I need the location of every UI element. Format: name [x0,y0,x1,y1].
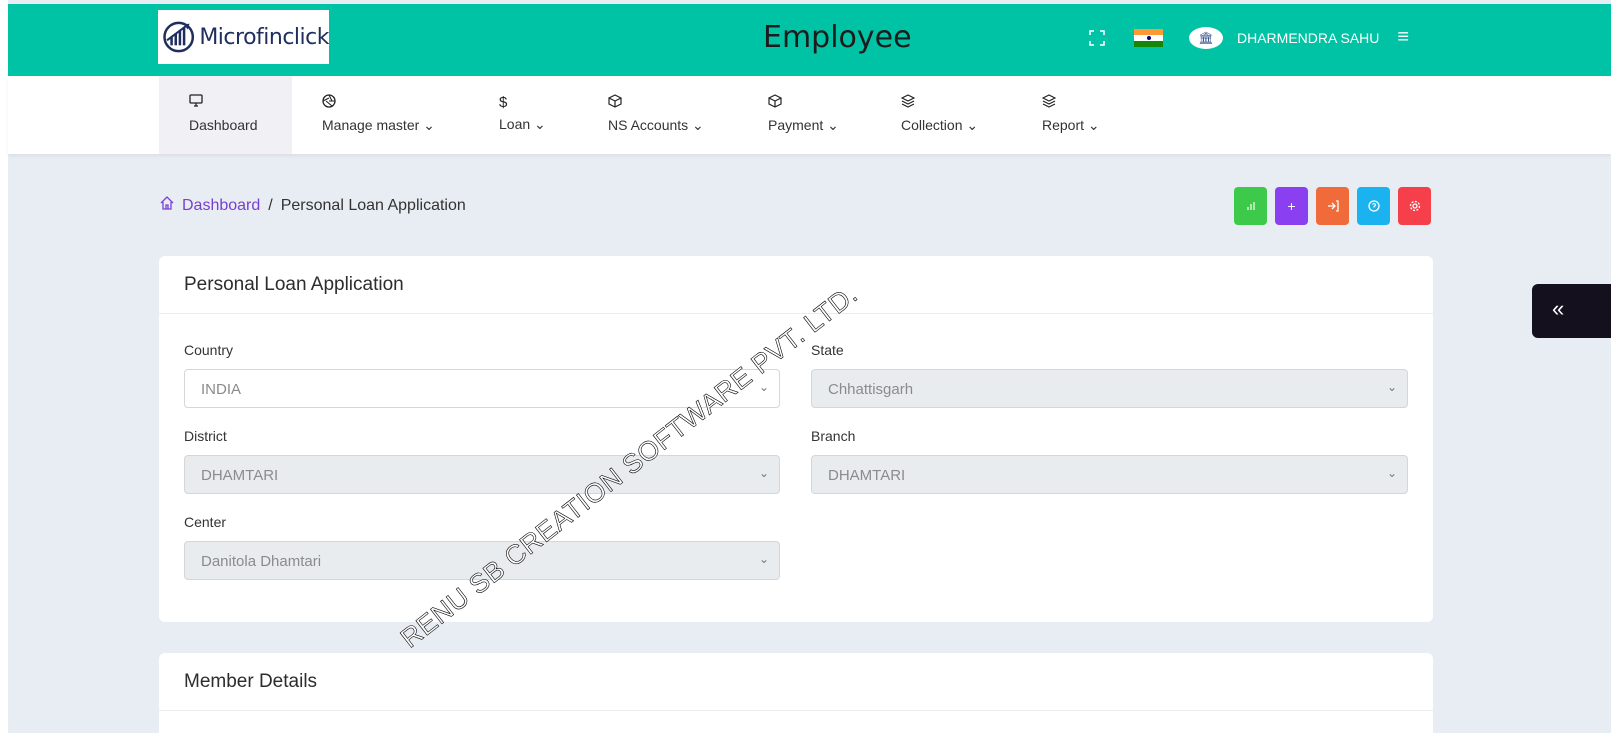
breadcrumb: Dashboard / Personal Loan Application [160,196,466,215]
state-label: State [811,342,844,358]
breadcrumb-current: Personal Loan Application [280,196,466,214]
header-actions: 🏛 DHARMENDRA SAHU ≡ [1086,26,1409,49]
box-icon [768,94,839,113]
box-icon [608,94,704,113]
nav-label: Dashboard [189,117,258,133]
chart-icon [1246,202,1255,210]
avatar[interactable]: 🏛 [1189,26,1223,49]
state-select[interactable]: Chhattisgarh ⌄ [811,369,1408,408]
nav-manage-master[interactable]: Manage master ⌄ [322,76,435,154]
district-value: DHAMTARI [201,467,279,484]
chevron-down-icon: ⌄ [758,380,769,394]
member-details-card: Member Details [159,653,1433,733]
personal-loan-application-card: Personal Loan Application Country INDIA … [159,256,1433,622]
center-value: Danitola Dhamtari [201,553,322,570]
help-button[interactable] [1357,187,1390,225]
card-title: Personal Loan Application [159,256,1433,314]
settings-icon [1409,200,1420,212]
nav-ns-accounts[interactable]: NS Accounts ⌄ [608,76,704,154]
branch-label: Branch [811,428,856,444]
nav-label: Loan ⌄ [499,116,546,132]
card-title: Member Details [159,653,1433,711]
chevron-down-icon: ⌄ [1386,380,1397,394]
home-icon[interactable] [160,196,174,215]
top-bar: Microfinclick Employee 🏛 DHARMENDRA SAHU… [8,4,1611,76]
country-value: INDIA [201,381,242,398]
nav-label: NS Accounts ⌄ [608,117,704,133]
district-select[interactable]: DHAMTARI ⌄ [184,455,780,494]
left-edge [0,0,8,733]
country-label: Country [184,342,234,358]
nav-report[interactable]: Report ⌄ [1041,76,1100,154]
nav-loan[interactable]: $ Loan ⌄ [499,76,546,154]
center-select[interactable]: Danitola Dhamtari ⌄ [184,541,780,580]
settings-button[interactable] [1398,187,1431,225]
chevron-down-icon: ⌄ [1386,466,1397,480]
plus-icon: + [1287,198,1296,214]
chevron-down-icon: ⌄ [758,466,769,480]
monitor-icon [189,94,292,113]
nav-dashboard[interactable]: Dashboard [159,76,292,154]
chevron-down-icon: ⌄ [758,552,769,566]
login-icon [1327,200,1339,212]
breadcrumb-separator: / [268,196,273,214]
logo-icon [163,21,195,53]
dollar-icon: $ [499,94,508,111]
logo[interactable]: Microfinclick [158,10,329,64]
aperture-icon [322,94,435,113]
double-chevron-left-icon: « [1552,296,1565,321]
country-select[interactable]: INDIA ⌄ [184,369,780,408]
nav-collection[interactable]: Collection ⌄ [900,76,979,154]
nav-payment[interactable]: Payment ⌄ [768,76,839,154]
district-label: District [184,428,227,444]
sidebar-toggle[interactable]: « [1532,284,1611,338]
quick-action-buttons: + [1234,187,1431,225]
page-title: Employee [763,20,912,55]
add-button[interactable]: + [1275,187,1308,225]
user-name[interactable]: DHARMENDRA SAHU [1237,30,1379,46]
india-flag-icon[interactable] [1134,28,1163,47]
login-button[interactable] [1316,187,1349,225]
nav-label: Payment ⌄ [768,117,839,133]
state-value: Chhattisgarh [828,381,914,398]
chart-button[interactable] [1234,187,1267,225]
layers-icon [1041,94,1100,113]
help-icon [1367,200,1380,212]
logo-text: Microfinclick [199,24,329,50]
branch-value: DHAMTARI [828,467,906,484]
nav-label: Report ⌄ [1042,117,1100,133]
main-navbar: Dashboard Manage master ⌄ $ Loan ⌄ NS Ac… [8,76,1611,154]
branch-select[interactable]: DHAMTARI ⌄ [811,455,1408,494]
breadcrumb-home-link[interactable]: Dashboard [182,197,260,215]
nav-label: Collection ⌄ [901,117,979,133]
layers-icon [900,94,978,113]
nav-label: Manage master ⌄ [322,117,435,133]
center-label: Center [184,514,227,530]
hamburger-menu-icon[interactable]: ≡ [1397,26,1409,49]
fullscreen-icon[interactable] [1086,27,1108,49]
